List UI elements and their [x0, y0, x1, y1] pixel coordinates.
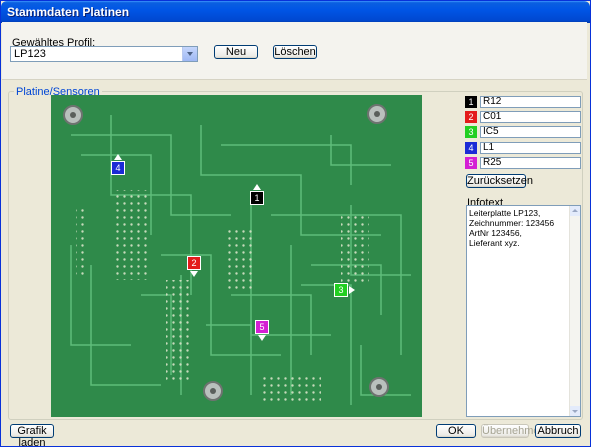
- sensor-marker-3[interactable]: 3: [334, 283, 348, 297]
- sensor-marker-1[interactable]: 1: [250, 191, 264, 205]
- sensor-marker-5[interactable]: 5: [255, 320, 269, 334]
- sensor-swatch-1: 1: [465, 96, 477, 108]
- sensor-marker-5-arrow-icon: [258, 335, 266, 341]
- load-graphic-button[interactable]: Grafik laden: [10, 424, 54, 447]
- info-scrollbar[interactable]: [569, 206, 580, 416]
- sensor-name-field-1[interactable]: R12: [480, 96, 581, 108]
- pcb-image[interactable]: 1 2 3 4 5: [51, 95, 422, 417]
- profile-value: LP123: [14, 48, 46, 60]
- sensor-swatch-2: 2: [465, 111, 477, 123]
- sensor-name-field-5[interactable]: R25: [480, 157, 581, 169]
- sensor-swatch-3: 3: [465, 126, 477, 138]
- sensor-name-field-2[interactable]: C01: [480, 111, 581, 123]
- sensor-marker-4[interactable]: 4: [111, 161, 125, 175]
- window-title: Stammdaten Platinen: [7, 5, 130, 19]
- scroll-up-icon[interactable]: [570, 206, 580, 216]
- ok-button[interactable]: OK: [436, 424, 476, 438]
- sensor-marker-4-arrow-icon: [114, 154, 122, 160]
- sensor-name-field-3[interactable]: IC5: [480, 126, 581, 138]
- chevron-down-icon[interactable]: [182, 47, 197, 61]
- profile-combo[interactable]: LP123: [10, 46, 198, 62]
- info-text: Leiterplatte LP123, Zeichnummer: 123456 …: [469, 208, 555, 248]
- sensor-swatch-5: 5: [465, 157, 477, 169]
- new-profile-button[interactable]: Neu: [214, 45, 258, 59]
- scroll-down-icon[interactable]: [570, 406, 580, 416]
- pcb-artwork: [51, 95, 422, 417]
- sensor-swatch-4: 4: [465, 142, 477, 154]
- sensor-marker-3-arrow-icon: [349, 286, 355, 294]
- cancel-button[interactable]: Abbruch: [535, 424, 581, 438]
- title-bar[interactable]: Stammdaten Platinen: [1, 1, 590, 23]
- sensor-name-field-4[interactable]: L1: [480, 142, 581, 154]
- sensor-marker-1-arrow-icon: [253, 184, 261, 190]
- info-textarea[interactable]: Leiterplatte LP123, Zeichnummer: 123456 …: [466, 205, 581, 417]
- apply-button[interactable]: Übernehmen: [481, 424, 546, 438]
- delete-profile-button[interactable]: Löschen: [273, 45, 317, 59]
- sensor-marker-2-arrow-icon: [190, 271, 198, 277]
- sensor-marker-2[interactable]: 2: [187, 256, 201, 270]
- reset-button[interactable]: Zurücksetzen: [466, 174, 533, 188]
